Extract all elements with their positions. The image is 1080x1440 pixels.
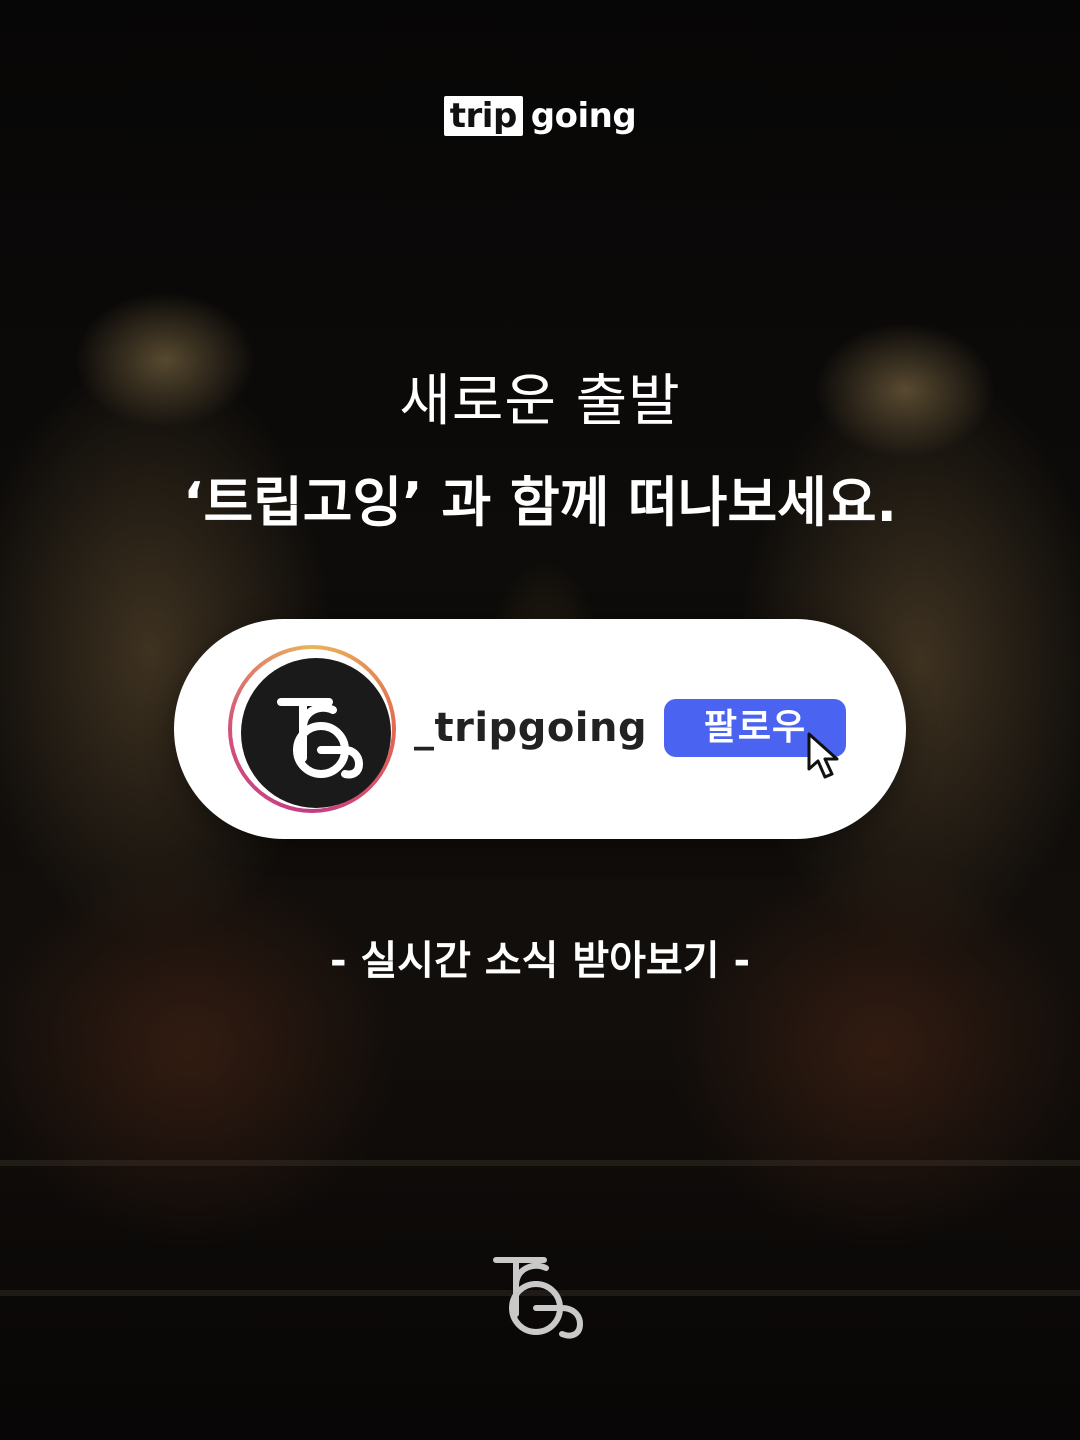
- brand-logo: trip going: [0, 96, 1080, 136]
- pointer-cursor-icon: [807, 732, 839, 779]
- tg-monogram-icon: [277, 698, 363, 779]
- avatar-story-ring[interactable]: [228, 645, 396, 813]
- username[interactable]: _tripgoing: [414, 705, 647, 751]
- brand-word-plain: going: [530, 96, 637, 136]
- headline-line-1: 새로운 출발: [399, 369, 681, 434]
- tg-monogram-icon: [493, 1257, 583, 1339]
- headline-line-2: ‘트립고잉’ 과 함께 떠나보세요.: [182, 471, 898, 534]
- avatar: [241, 658, 391, 808]
- tagline: - 실시간 소식 받아보기 -: [329, 938, 751, 984]
- background-shelf-line: [0, 1160, 1080, 1166]
- profile-card: _tripgoing 팔로우: [174, 619, 906, 839]
- brand-word-boxed: trip: [443, 96, 523, 136]
